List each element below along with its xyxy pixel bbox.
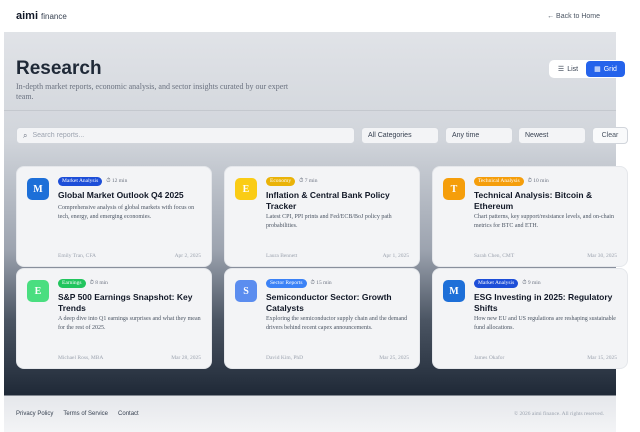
category-select[interactable]: All Categories [361, 127, 439, 144]
list-view-button[interactable]: ☰ List [550, 61, 586, 77]
report-date: Mar 28, 2025 [171, 355, 201, 361]
report-card[interactable]: T Technical Analysis ⏱ 10 min Technical … [432, 166, 628, 267]
grid-view-button[interactable]: ▦ Grid [586, 61, 625, 77]
read-time-value: 9 min [527, 280, 541, 286]
report-date: Apr 1, 2025 [382, 253, 409, 259]
grid-icon: ▦ [594, 66, 601, 73]
category-badge[interactable]: Sector Reports [266, 279, 307, 288]
category-badge[interactable]: Market Analysis [58, 177, 103, 186]
search-box: ⌕ [16, 127, 355, 144]
report-avatar: E [235, 178, 257, 200]
brand-suffix: finance [41, 12, 67, 21]
footer: Privacy Policy Terms of Service Contact … [4, 400, 616, 428]
report-author: James Okafor [474, 355, 505, 361]
category-badge[interactable]: Earnings [58, 279, 86, 288]
report-avatar: M [443, 280, 465, 302]
clear-filters-button[interactable]: Clear [592, 127, 628, 144]
report-footer: David Kim, PhD Mar 25, 2025 [266, 355, 409, 361]
report-date: Mar 15, 2025 [587, 355, 617, 361]
list-view-label: List [567, 65, 579, 73]
contact-link[interactable]: Contact [118, 411, 139, 417]
grid-view-label: Grid [603, 65, 617, 73]
brand-logo[interactable]: aimi finance [16, 10, 67, 22]
read-time: ⏱ 9 min [522, 280, 541, 286]
report-title[interactable]: Global Market Outlook Q4 2025 [58, 190, 206, 201]
page-subtitle: In-depth market reports, economic analys… [16, 82, 289, 101]
report-footer: Laura Bennett Apr 1, 2025 [266, 253, 409, 259]
report-description: How new EU and US regulations are reshap… [474, 316, 616, 331]
report-card[interactable]: M Market Analysis ⏱ 9 min ESG Investing … [432, 268, 628, 369]
report-card[interactable]: E Economy ⏱ 7 min Inflation & Central Ba… [224, 166, 420, 267]
read-time: ⏱ 15 min [310, 280, 332, 286]
report-title[interactable]: Technical Analysis: Bitcoin & Ethereum [474, 190, 622, 212]
report-avatar: S [235, 280, 257, 302]
report-author: David Kim, PhD [266, 355, 304, 361]
report-description: Comprehensive analysis of global markets… [58, 205, 195, 220]
report-date: Mar 25, 2025 [379, 355, 409, 361]
report-meta: Technical Analysis ⏱ 10 min [474, 177, 549, 186]
time-select[interactable]: Any time [445, 127, 513, 144]
report-meta: Market Analysis ⏱ 12 min [58, 177, 127, 186]
report-meta: Economy ⏱ 7 min [266, 177, 317, 186]
report-card[interactable]: E Earnings ⏱ 8 min S&P 500 Earnings Snap… [16, 268, 212, 369]
report-author: Sarah Chen, CMT [474, 253, 515, 259]
report-meta: Market Analysis ⏱ 9 min [474, 279, 541, 288]
report-card[interactable]: M Market Analysis ⏱ 12 min Global Market… [16, 166, 212, 267]
report-description: A deep dive into Q1 earnings surprises a… [58, 316, 201, 331]
report-footer: Michael Ross, MBA Mar 28, 2025 [58, 355, 201, 361]
read-time: ⏱ 10 min [527, 178, 549, 184]
report-author: Emily Tran, CFA [58, 253, 96, 259]
back-to-home-link[interactable]: ← Back to Home [547, 13, 600, 20]
top-bar: aimi finance ← Back to Home [0, 0, 640, 32]
category-badge[interactable]: Technical Analysis [474, 177, 524, 186]
brand-name: aimi [16, 10, 39, 22]
header-divider [4, 110, 616, 111]
view-toggle: ☰ List ▦ Grid [549, 60, 627, 78]
list-icon: ☰ [557, 66, 565, 73]
read-time-value: 12 min [111, 178, 128, 184]
sort-select[interactable]: Newest [518, 127, 586, 144]
report-avatar: M [27, 178, 49, 200]
report-author: Michael Ross, MBA [58, 355, 104, 361]
report-avatar: T [443, 178, 465, 200]
report-card[interactable]: S Sector Reports ⏱ 15 min Semiconductor … [224, 268, 420, 369]
footer-links: Privacy Policy Terms of Service Contact [16, 411, 139, 417]
page-title: Research [16, 58, 102, 79]
report-description: Chart patterns, key support/resistance l… [474, 214, 614, 229]
report-footer: Sarah Chen, CMT Mar 30, 2025 [474, 253, 617, 259]
privacy-policy-link[interactable]: Privacy Policy [16, 411, 53, 417]
read-time-value: 8 min [95, 280, 108, 286]
read-time: ⏱ 12 min [106, 178, 128, 184]
report-description: Latest CPI, PPI prints and Fed/ECB/BoJ p… [266, 214, 392, 229]
category-badge[interactable]: Market Analysis [474, 279, 519, 288]
report-title[interactable]: Semiconductor Sector: Growth Catalysts [266, 292, 414, 314]
read-time-value: 10 min [533, 178, 549, 184]
report-meta: Sector Reports ⏱ 15 min [266, 279, 332, 288]
report-date: Mar 30, 2025 [587, 253, 617, 259]
report-meta: Earnings ⏱ 8 min [58, 279, 108, 288]
report-author: Laura Bennett [266, 253, 298, 259]
search-input[interactable] [32, 132, 333, 139]
read-time: ⏱ 7 min [299, 178, 318, 184]
report-title[interactable]: S&P 500 Earnings Snapshot: Key Trends [58, 292, 206, 314]
search-icon: ⌕ [23, 130, 28, 140]
read-time: ⏱ 8 min [89, 280, 108, 286]
category-badge[interactable]: Economy [266, 177, 296, 186]
report-avatar: E [27, 280, 49, 302]
report-footer: James Okafor Mar 15, 2025 [474, 355, 617, 361]
copyright-text: © 2026 aimi finance. All rights reserved… [513, 411, 604, 417]
read-time-value: 7 min [304, 178, 318, 184]
report-description: Exploring the semiconductor supply chain… [266, 316, 408, 331]
read-time-value: 15 min [316, 280, 332, 286]
page-header: Research In-depth market reports, econom… [16, 58, 316, 102]
report-date: Apr 2, 2025 [174, 253, 201, 259]
terms-of-service-link[interactable]: Terms of Service [63, 411, 108, 417]
report-title[interactable]: ESG Investing in 2025: Regulatory Shifts [474, 292, 622, 314]
report-footer: Emily Tran, CFA Apr 2, 2025 [58, 253, 201, 259]
report-title[interactable]: Inflation & Central Bank Policy Tracker [266, 190, 414, 212]
